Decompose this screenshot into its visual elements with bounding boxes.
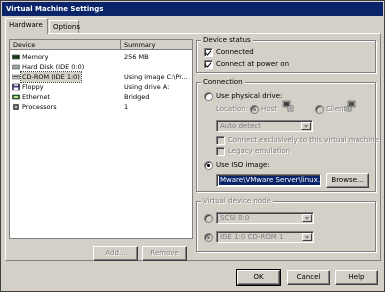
device-name: Floppy <box>22 83 44 91</box>
device-status-group: Device status Connected Connect at power… <box>196 36 376 73</box>
client-computer-icon <box>345 100 356 112</box>
device-summary: Using image C:\Pr... <box>124 73 188 81</box>
browse-button[interactable]: Browse... <box>326 173 369 188</box>
client-radio[interactable] <box>315 105 324 114</box>
connection-title: Connection <box>201 78 245 87</box>
floppy-icon <box>12 83 20 91</box>
device-row-memory[interactable]: Memory 256 MB <box>11 52 191 62</box>
memory-icon <box>12 54 20 60</box>
device-summary: Bridged <box>124 93 150 101</box>
chevron-down-icon[interactable] <box>302 214 312 222</box>
location-label: Location: <box>216 105 248 113</box>
device-name: Memory <box>22 53 49 61</box>
legacy-emulation-checkbox[interactable] <box>216 147 225 156</box>
connect-at-power-on-checkbox[interactable] <box>204 60 213 69</box>
chevron-down-icon[interactable] <box>302 233 312 241</box>
physical-drive-value: Auto detect <box>220 122 261 130</box>
tab-options[interactable]: Options <box>49 20 80 34</box>
ide-node-value: IDE 1:0 CD-ROM 1 <box>220 233 284 241</box>
device-row-ethernet[interactable]: Ethernet Bridged <box>11 92 191 102</box>
window-title: Virtual Machine Settings <box>2 2 383 16</box>
connect-at-power-on-label[interactable]: Connect at power on <box>216 60 289 69</box>
scsi-node-value: SCSI 0:0 <box>220 214 250 222</box>
help-button[interactable]: Help <box>335 270 378 285</box>
iso-image-radio[interactable] <box>204 161 213 170</box>
device-row-processors[interactable]: Processors 1 <box>11 102 191 112</box>
device-status-title: Device status <box>201 36 253 45</box>
hardware-panel: Device Summary Memory 256 MB Hard Disk (… <box>5 33 381 261</box>
processor-icon <box>13 104 19 110</box>
host-computer-icon <box>282 100 294 112</box>
virtual-device-node-group: Virtual device node SCSI 0:0 IDE 1:0 CD-… <box>196 197 376 252</box>
device-name: Hard Disk (IDE 0:0) <box>22 63 85 71</box>
iso-path-input[interactable]: Mware\VMware Server\linux.iso <box>216 174 321 187</box>
virtual-device-node-title: Virtual device node <box>201 197 273 206</box>
legacy-emulation-label[interactable]: Legacy emulation <box>228 147 290 156</box>
scsi-node-select[interactable]: SCSI 0:0 <box>216 212 314 224</box>
physical-drive-select[interactable]: Auto detect <box>216 120 313 132</box>
connect-exclusively-label[interactable]: Connect exclusively to this virtual mach… <box>228 136 379 145</box>
ide-radio[interactable] <box>204 233 213 242</box>
device-name: Ethernet <box>22 93 50 101</box>
device-summary: 1 <box>124 103 129 111</box>
iso-path-value: Mware\VMware Server\linux.iso <box>219 176 320 185</box>
connection-group: Connection Use physical drive: Location:… <box>196 78 379 192</box>
ok-button[interactable]: OK <box>236 269 281 286</box>
connected-checkbox[interactable] <box>204 48 213 57</box>
client-label[interactable]: Client <box>326 105 346 114</box>
device-name: Processors <box>22 103 57 111</box>
cdrom-icon <box>12 74 20 80</box>
column-summary[interactable]: Summary <box>121 40 192 50</box>
cancel-button[interactable]: Cancel <box>287 270 330 285</box>
ide-node-select[interactable]: IDE 1:0 CD-ROM 1 <box>216 231 314 243</box>
device-row-cdrom[interactable]: CD-ROM (IDE 1:0) Using image C:\Pr... <box>11 71 191 83</box>
device-row-floppy[interactable]: Floppy Using drive A: <box>11 82 191 92</box>
hard-disk-icon <box>12 64 20 70</box>
physical-drive-radio[interactable] <box>204 92 213 101</box>
device-list-header: Device Summary <box>10 40 192 50</box>
chevron-down-icon[interactable] <box>301 122 311 130</box>
connect-exclusively-checkbox[interactable] <box>216 136 225 145</box>
column-device[interactable]: Device <box>10 40 121 50</box>
device-name: CD-ROM (IDE 1:0) <box>20 71 82 83</box>
device-summary: 256 MB <box>124 53 149 61</box>
ethernet-icon <box>12 94 20 100</box>
tab-hardware[interactable]: Hardware <box>5 18 48 34</box>
connected-label[interactable]: Connected <box>216 48 254 57</box>
remove-device-button[interactable]: Remove <box>142 246 187 261</box>
host-label[interactable]: Host <box>261 105 277 114</box>
vm-settings-window: Virtual Machine Settings Hardware Option… <box>0 0 385 292</box>
iso-image-label[interactable]: Use ISO image: <box>216 161 270 170</box>
host-radio[interactable] <box>250 105 259 114</box>
device-row-hard-disk[interactable]: Hard Disk (IDE 0:0) <box>11 62 191 72</box>
add-device-button[interactable]: Add... <box>93 246 138 261</box>
physical-drive-label[interactable]: Use physical drive: <box>216 92 282 101</box>
device-summary: Using drive A: <box>124 83 170 91</box>
device-list[interactable]: Device Summary Memory 256 MB Hard Disk (… <box>9 39 193 239</box>
scsi-radio[interactable] <box>204 214 213 223</box>
